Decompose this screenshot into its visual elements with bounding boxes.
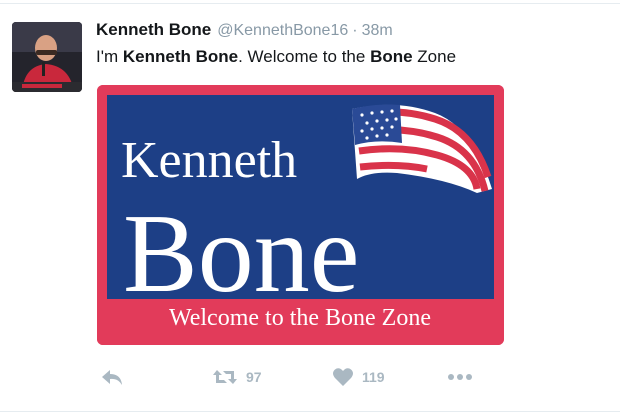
retweet-icon <box>213 370 237 384</box>
retweet-button[interactable]: 97 <box>212 362 262 392</box>
reply-icon <box>102 370 122 385</box>
tweet-media-image[interactable]: Kenneth Bone Welcome to the Bone Zone <box>97 85 504 345</box>
user-handle[interactable]: @KennethBone16 <box>217 22 348 39</box>
tweet-text-bold2: Bone <box>370 47 413 66</box>
tweet-text-part2: . Welcome to the <box>238 47 371 66</box>
sign-first-name: Kenneth <box>121 132 297 189</box>
heart-icon <box>333 368 353 386</box>
tweet-text-bold1: Kenneth Bone <box>122 47 239 66</box>
tweet-actions: 97 119 <box>96 362 516 392</box>
separator: · <box>352 22 358 39</box>
retweet-count: 97 <box>246 369 262 385</box>
like-count: 119 <box>362 369 385 385</box>
tweet-header: Kenneth Bone @KennethBone16 · 38m <box>96 19 393 42</box>
timestamp[interactable]: 38m <box>362 22 393 39</box>
sign-last-name: Bone <box>123 192 359 316</box>
divider-bottom <box>0 411 620 412</box>
more-button[interactable] <box>446 362 474 392</box>
reply-button[interactable] <box>100 362 124 392</box>
divider-top <box>0 3 620 4</box>
tweet-text-part1: I'm <box>96 47 123 66</box>
tweet-text: I'm Kenneth Bone. Welcome to the Bone Zo… <box>96 46 456 68</box>
like-button[interactable]: 119 <box>332 362 385 392</box>
avatar-image <box>12 22 82 92</box>
tweet-text-part3: Zone <box>412 47 457 66</box>
more-dots-icon <box>448 374 472 380</box>
sign-slogan: Welcome to the Bone Zone <box>169 305 431 331</box>
avatar[interactable] <box>12 22 82 92</box>
tweet: Kenneth Bone @KennethBone16 · 38m I'm Kenne… <box>0 0 620 414</box>
display-name[interactable]: Kenneth Bone <box>96 20 211 39</box>
campaign-sign: Kenneth Bone Welcome to the Bone Zone <box>97 85 504 345</box>
